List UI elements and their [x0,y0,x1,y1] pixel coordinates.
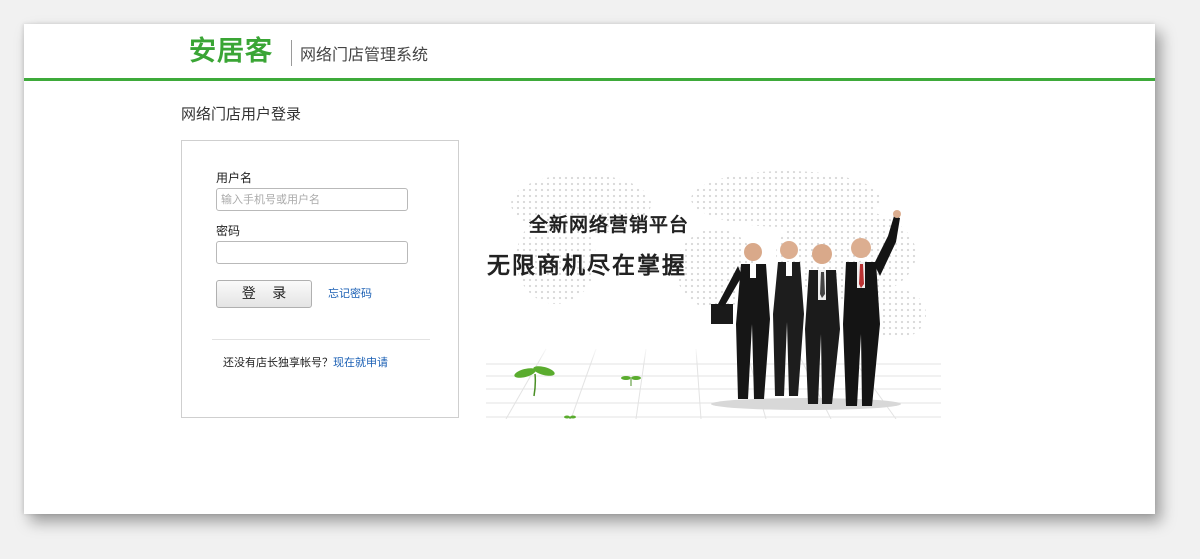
page-frame: 安居客 网络门店管理系统 网络门店用户登录 用户名 密码 登 录 忘记密码 还没… [24,24,1155,514]
register-link[interactable]: 现在就申请 [333,356,388,369]
logo[interactable]: 安居客 [189,36,273,68]
username-input[interactable] [216,188,408,211]
sprout-left [514,366,555,397]
briefcase-icon [711,304,733,324]
username-label: 用户名 [216,171,253,185]
login-button[interactable]: 登 录 [216,280,312,308]
forgot-password-link[interactable]: 忘记密码 [328,287,372,301]
password-label: 密码 [216,224,241,238]
logo-divider [291,40,292,66]
banner-subheadline: 无限商机尽在掌握 [487,252,687,279]
register-prompt: 还没有店长独享帐号？现在就申请 [223,356,388,370]
page-title: 网络门店用户登录 [181,105,302,123]
login-form: 用户名 密码 登 录 忘记密码 还没有店长独享帐号？现在就申请 [181,140,459,418]
system-title: 网络门店管理系统 [300,45,429,64]
banner-image [486,171,941,419]
header-divider [24,78,1155,81]
register-prompt-text: 还没有店长独享帐号？ [223,356,333,369]
sprout-small [564,376,641,419]
password-input[interactable] [216,241,408,264]
banner-headline: 全新网络营销平台 [529,214,690,236]
form-divider [212,339,430,340]
header: 安居客 网络门店管理系统 [24,24,1155,78]
